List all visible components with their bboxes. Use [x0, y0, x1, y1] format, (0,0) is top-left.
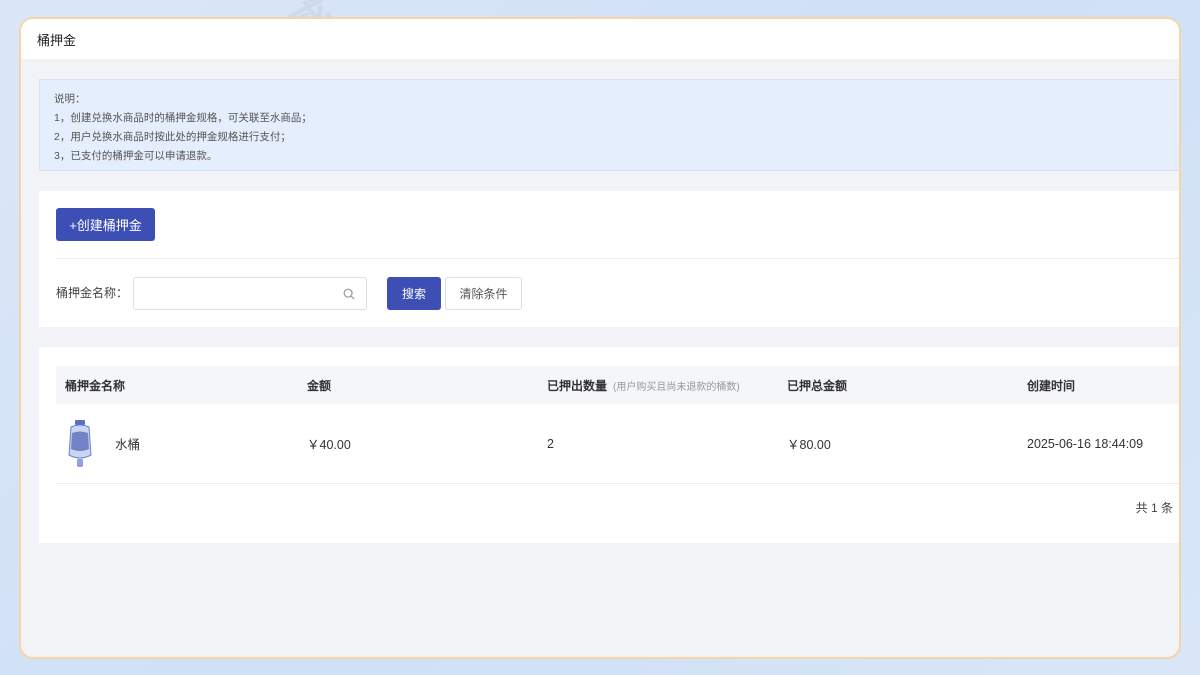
cell-created-at: 2025-06-16 18:44:09	[1027, 436, 1144, 451]
page-title: 桶押金	[37, 32, 77, 48]
notice-heading: 说明：	[54, 93, 86, 105]
deposit-table: 桶押金名称 金额 已押出数量 (用户购买且尚未退款的桶数) 已押总金额 创建时间 …	[39, 347, 1179, 543]
clear-filter-button[interactable]: 清除条件	[445, 277, 522, 310]
notice-line: 1，创建兑换水商品时的桶押金规格，可关联至水商品；	[54, 112, 312, 124]
notice-panel: 说明： 1，创建兑换水商品时的桶押金规格，可关联至水商品； 2，用户兑换水商品时…	[39, 79, 1179, 171]
column-header-name: 桶押金名称	[65, 378, 126, 393]
column-header-amount: 金额	[307, 378, 332, 393]
column-header-total-amount: 已押总金额	[787, 378, 848, 393]
column-header-quantity-hint: (用户购买且尚未退款的桶数)	[613, 381, 740, 393]
filter-label: 桶押金名称：	[56, 286, 129, 300]
search-icon[interactable]	[342, 287, 356, 301]
search-button[interactable]: 搜索	[387, 277, 441, 310]
cell-amount: ￥40.00	[307, 438, 351, 452]
cell-total-amount: ￥80.00	[787, 438, 831, 452]
column-header-quantity: 已押出数量 (用户购买且尚未退款的桶数)	[538, 377, 778, 394]
divider	[56, 258, 1179, 259]
column-header-quantity-label: 已押出数量	[547, 378, 608, 393]
notice-line: 2，用户兑换水商品时按此处的押金规格进行支付；	[54, 131, 291, 143]
page-title-bar: 桶押金	[21, 19, 1179, 59]
total-count: 共 1 条	[1135, 501, 1173, 515]
table-header: 桶押金名称 金额 已押出数量 (用户购买且尚未退款的桶数) 已押总金额 创建时间	[56, 366, 1179, 404]
table-row: 水桶 ￥40.00 2 ￥80.00 2025-06-16 18:44:09	[56, 404, 1179, 484]
name-search-input[interactable]	[134, 278, 324, 309]
cell-quantity: 2	[547, 436, 554, 451]
notice-line: 3，已支付的桶押金可以申请退款。	[54, 150, 218, 162]
name-search-field[interactable]	[133, 277, 367, 310]
create-deposit-button[interactable]: +创建桶押金	[56, 208, 155, 241]
column-header-created-at: 创建时间	[1027, 378, 1076, 393]
toolbar-card: +创建桶押金 桶押金名称： 搜索 清除条件	[39, 191, 1179, 327]
app-window: 桶押金 说明： 1，创建兑换水商品时的桶押金规格，可关联至水商品； 2，用户兑换…	[19, 17, 1181, 659]
water-bucket-thumbnail	[68, 419, 92, 467]
deposit-name: 水桶	[115, 438, 141, 452]
cell-name: 水桶	[56, 419, 298, 469]
